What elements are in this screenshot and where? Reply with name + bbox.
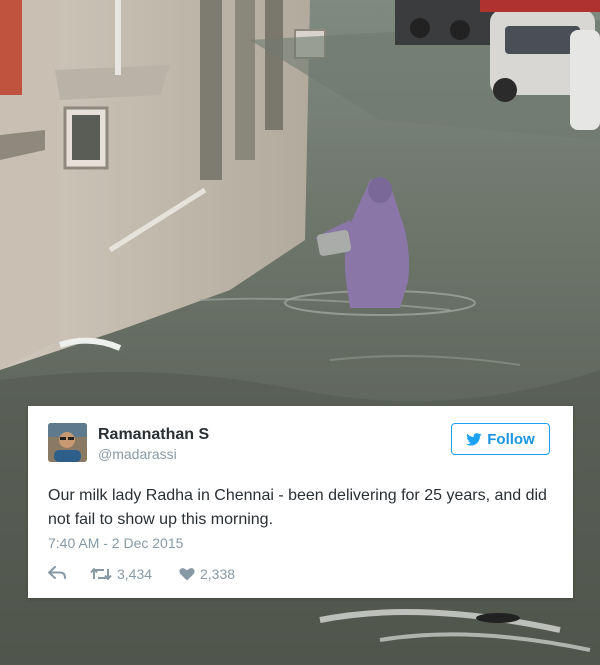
retweet-count: 3,434 (117, 566, 153, 582)
tweet-timestamp[interactable]: 7:40 AM - 2 Dec 2015 (48, 535, 183, 551)
follow-button[interactable]: Follow (451, 423, 550, 455)
retweet-button[interactable]: 3,434 (90, 566, 152, 582)
display-name[interactable]: Ramanathan S (98, 426, 209, 444)
heart-icon (179, 567, 195, 581)
embedded-tweet-card: Ramanathan S @madarassi Follow Our milk … (28, 406, 573, 598)
reply-icon (48, 566, 66, 580)
user-handle[interactable]: @madarassi (98, 446, 177, 462)
like-count: 2,338 (200, 566, 236, 582)
retweet-icon (90, 567, 112, 581)
reply-button[interactable] (48, 566, 66, 580)
tweet-text: Our milk lady Radha in Chennai - been de… (48, 487, 547, 528)
like-button[interactable]: 2,338 (179, 566, 235, 582)
avatar[interactable] (48, 423, 87, 462)
follow-label: Follow (487, 430, 535, 448)
twitter-bird-icon (466, 432, 482, 446)
